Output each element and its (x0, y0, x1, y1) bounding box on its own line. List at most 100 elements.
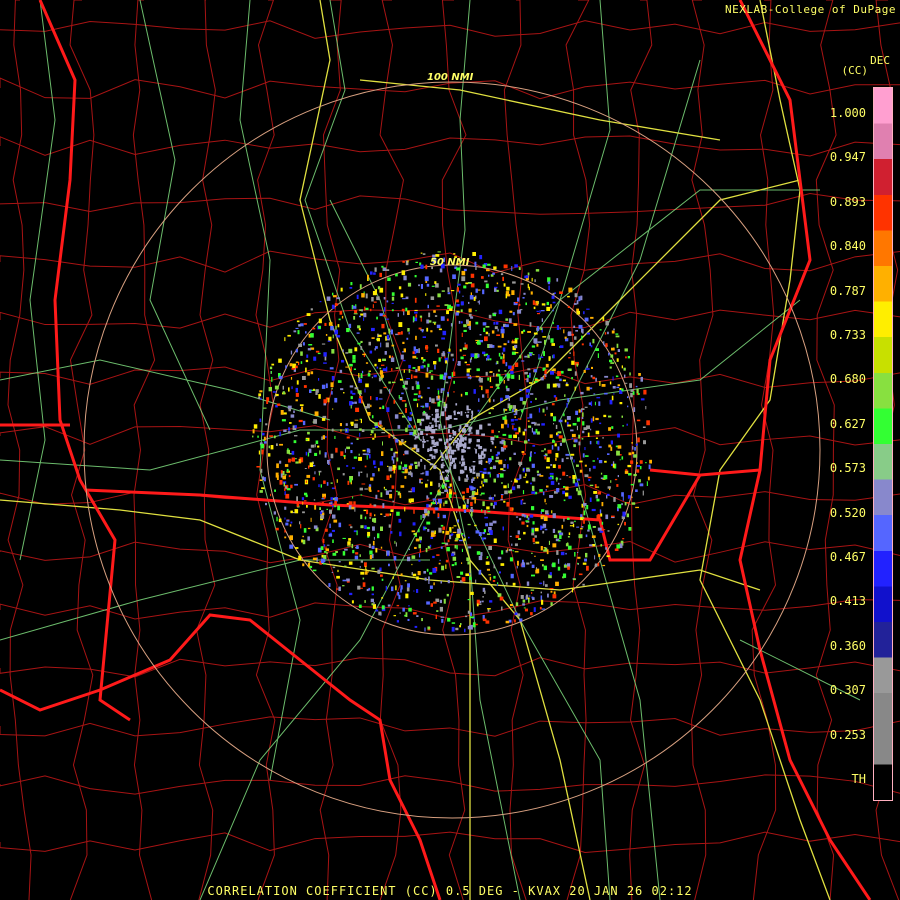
echo-gate (514, 543, 518, 547)
echo-gate (436, 305, 440, 307)
echo-gate (307, 371, 310, 376)
echo-gate (481, 433, 485, 436)
echo-gate (552, 528, 556, 533)
echo-gate (475, 310, 477, 312)
echo-gate (453, 464, 457, 469)
echo-gate (617, 384, 621, 387)
echo-gate (408, 364, 411, 369)
echo-gate (489, 522, 493, 526)
echo-gate (564, 394, 566, 397)
echo-gate (519, 355, 522, 359)
echo-gate (505, 324, 509, 328)
echo-gate (295, 327, 299, 329)
echo-gate (408, 471, 412, 476)
echo-gate (352, 392, 356, 395)
echo-gate (514, 416, 516, 418)
echo-gate (591, 508, 596, 512)
echo-gate (498, 571, 501, 574)
echo-gate (321, 343, 326, 345)
echo-gate (552, 440, 556, 443)
echo-gate (310, 517, 312, 522)
echo-gate (533, 369, 538, 373)
echo-gate (623, 367, 626, 371)
echo-gate (604, 375, 609, 378)
echo-gate (505, 445, 508, 448)
echo-gate (399, 493, 402, 499)
echo-gate (279, 431, 281, 437)
echo-gate (531, 529, 534, 533)
echo-gate (572, 475, 576, 480)
ring-label-50: 50 NMI (430, 257, 470, 268)
echo-gate (411, 447, 416, 450)
echo-gate (371, 593, 374, 596)
echo-gate (558, 540, 561, 542)
echo-gate (596, 397, 601, 399)
echo-gate (449, 488, 452, 492)
echo-gate (331, 487, 335, 490)
echo-gate (508, 549, 513, 552)
echo-gate (552, 292, 555, 296)
echo-gate (332, 408, 334, 410)
echo-gate (381, 364, 385, 366)
echo-gate (285, 365, 287, 369)
echo-gate (416, 576, 419, 580)
echo-gate (367, 373, 371, 377)
echo-gate (571, 333, 574, 336)
echo-gate (353, 316, 356, 320)
echo-gate (590, 375, 593, 378)
echo-gate (452, 358, 454, 362)
echo-gate (364, 488, 368, 490)
echo-gate (488, 398, 491, 403)
echo-gate (462, 347, 467, 350)
echo-gate (579, 469, 583, 473)
echo-gate (298, 555, 302, 561)
echo-gate (426, 601, 430, 605)
echo-gate (411, 530, 416, 533)
echo-gate (584, 317, 589, 322)
echo-gate (460, 309, 463, 312)
echo-gate (386, 550, 390, 555)
echo-gate (344, 448, 346, 453)
echo-gate (290, 521, 293, 524)
echo-gate (604, 392, 608, 395)
echo-gate (413, 429, 417, 435)
echo-gate (559, 328, 561, 330)
echo-gate (522, 431, 525, 436)
echo-gate (481, 276, 484, 279)
echo-gate (603, 341, 605, 346)
echo-gate (258, 450, 260, 455)
echo-gate (468, 308, 472, 313)
echo-gate (586, 565, 589, 571)
echo-gate (474, 524, 477, 527)
echo-gate (511, 543, 513, 546)
echo-gate (380, 546, 383, 549)
echo-gate (570, 453, 575, 456)
echo-gate (435, 408, 439, 413)
echo-gate (359, 396, 363, 399)
echo-gate (567, 295, 570, 298)
scale-tick: 0.947 (829, 150, 866, 165)
echo-gate (528, 286, 530, 291)
echo-gate (352, 355, 356, 360)
echo-gate (594, 563, 598, 567)
echo-gate (386, 475, 390, 480)
echo-gate (587, 432, 590, 437)
echo-gate (331, 349, 335, 354)
echo-gate (559, 535, 562, 539)
echo-gate (310, 333, 314, 338)
echo-gate (518, 426, 521, 429)
echo-gate (320, 558, 325, 564)
echo-gate (482, 322, 487, 326)
echo-gate (283, 412, 287, 415)
echo-gate (302, 420, 306, 426)
echo-gate (258, 396, 261, 400)
echo-gate (487, 423, 491, 426)
echo-gate (568, 331, 572, 336)
echo-gate (522, 329, 526, 332)
echo-gate (345, 352, 349, 354)
echo-gate (497, 582, 499, 585)
echo-gate (562, 471, 566, 476)
echo-gate (500, 473, 504, 478)
echo-gate (362, 453, 367, 455)
echo-gate (331, 388, 333, 390)
